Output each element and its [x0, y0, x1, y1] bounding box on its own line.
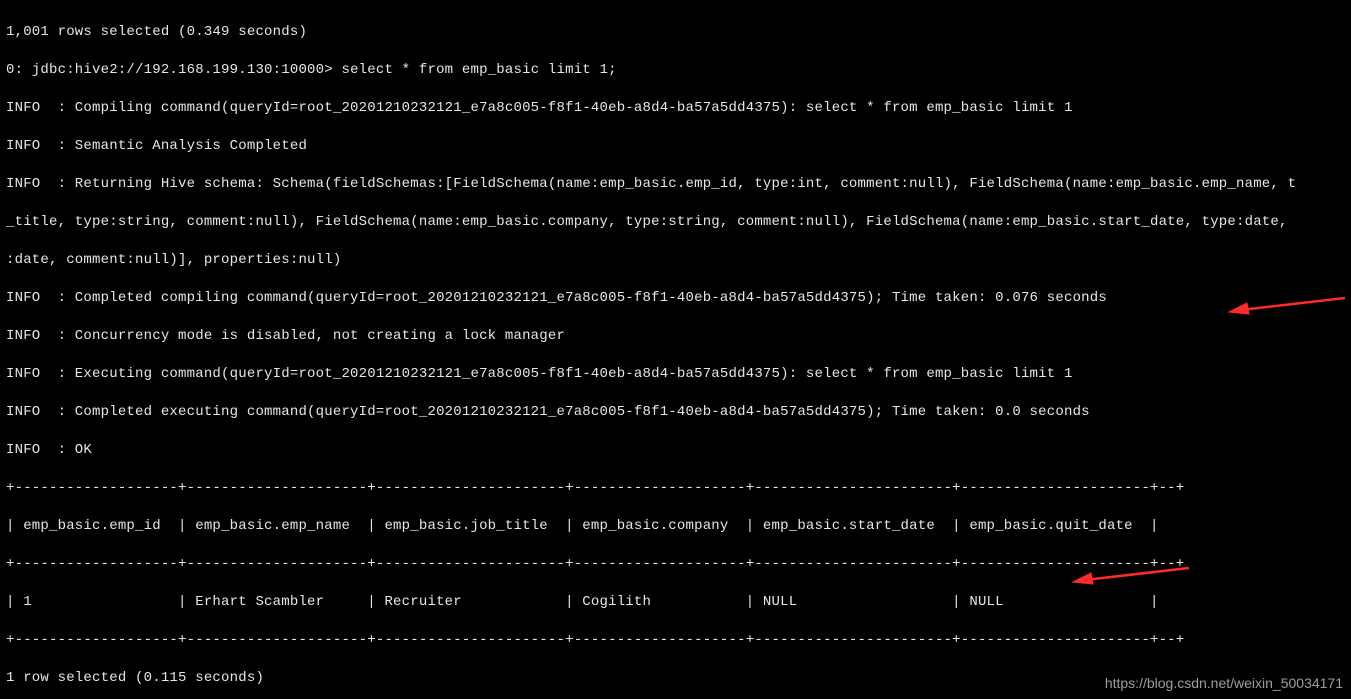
table-header: | emp_basic.emp_id | emp_basic.emp_name … [6, 517, 1345, 536]
info-line: INFO : Semantic Analysis Completed [6, 137, 1345, 156]
prompt-line-1: 0: jdbc:hive2://192.168.199.130:10000> s… [6, 61, 1345, 80]
info-line: INFO : Executing command(queryId=root_20… [6, 365, 1345, 384]
info-line: :date, comment:null)], properties:null) [6, 251, 1345, 270]
sql-query: select * from emp_basic limit 1; [341, 62, 616, 78]
terminal-output[interactable]: 1,001 rows selected (0.349 seconds) 0: j… [0, 0, 1351, 699]
rows-selected-line: 1,001 rows selected (0.349 seconds) [6, 23, 1345, 42]
info-line: _title, type:string, comment:null), Fiel… [6, 213, 1345, 232]
info-line: INFO : Compiling command(queryId=root_20… [6, 99, 1345, 118]
info-line: INFO : Completed compiling command(query… [6, 289, 1345, 308]
table-row: | 1 | Erhart Scambler | Recruiter | Cogi… [6, 593, 1345, 612]
info-line: INFO : Completed executing command(query… [6, 403, 1345, 422]
info-line: INFO : Returning Hive schema: Schema(fie… [6, 175, 1345, 194]
info-line: INFO : Concurrency mode is disabled, not… [6, 327, 1345, 346]
prompt-text: 0: jdbc:hive2://192.168.199.130:10000> [6, 62, 341, 78]
watermark-text: https://blog.csdn.net/weixin_50034171 [1105, 674, 1343, 693]
table-border: +-------------------+-------------------… [6, 479, 1345, 498]
info-line: INFO : OK [6, 441, 1345, 460]
table-border: +-------------------+-------------------… [6, 631, 1345, 650]
table-border: +-------------------+-------------------… [6, 555, 1345, 574]
